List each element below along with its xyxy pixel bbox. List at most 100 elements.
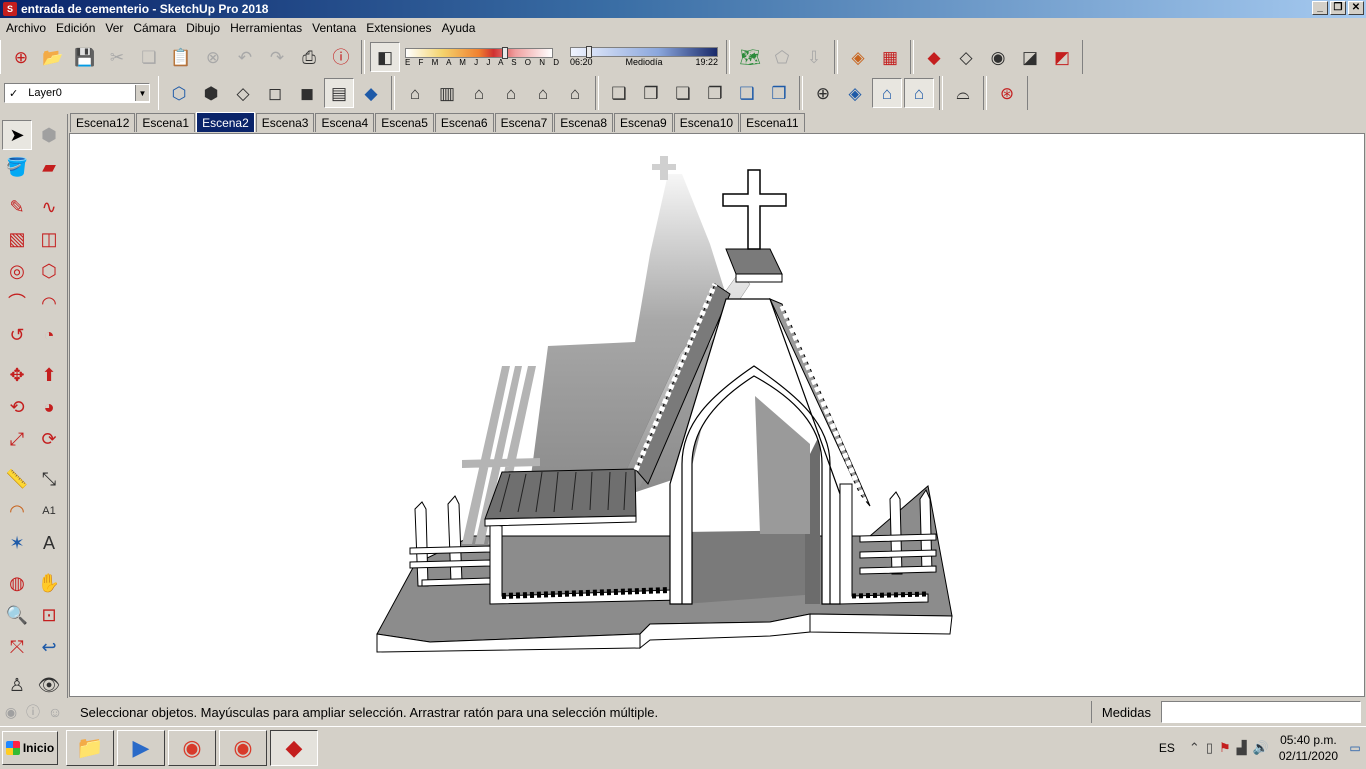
sketchup-task-icon[interactable]: ◆ (270, 729, 318, 766)
right-view-icon[interactable]: ⌂ (496, 78, 526, 108)
iso-view-icon[interactable]: ⌂ (400, 78, 430, 108)
redo-icon[interactable]: ↷ (262, 42, 292, 72)
display-section-cuts-icon[interactable]: ⌂ (872, 78, 902, 108)
new-file-icon[interactable]: ⊕ (6, 42, 36, 72)
top-view-icon[interactable]: ▥ (432, 78, 462, 108)
scene-tab-escena3[interactable]: Escena3 (255, 113, 315, 132)
3d-text-icon[interactable]: A (34, 528, 64, 558)
chrome-profile-icon[interactable]: ◉ (219, 729, 267, 766)
geo-location-icon[interactable]: ⊛ (992, 78, 1022, 108)
start-button[interactable]: Inicio (2, 730, 58, 765)
circle-icon[interactable]: ◎ (2, 256, 32, 286)
polygon-icon[interactable]: ⬡ (34, 256, 64, 286)
scene-tab-escena6[interactable]: Escena6 (434, 113, 494, 132)
monochrome-icon[interactable]: ◆ (356, 78, 386, 108)
orbit-icon[interactable]: ◍ (2, 568, 32, 598)
menu-ventana[interactable]: Ventana (308, 21, 360, 35)
axes-icon[interactable]: ✶ (2, 528, 32, 558)
display-section-planes-icon[interactable]: ◈ (840, 78, 870, 108)
offset-icon[interactable]: ⟳ (34, 424, 64, 454)
eraser-icon[interactable]: ▰ (34, 152, 64, 182)
menu-ver[interactable]: Ver (101, 21, 127, 35)
network-signal-icon[interactable]: ▟ (1237, 740, 1247, 756)
sandbox-from-scratch-icon[interactable]: ▦ (875, 42, 905, 72)
left-view-icon[interactable]: ⌂ (560, 78, 590, 108)
measures-input[interactable] (1161, 701, 1361, 723)
freehand-icon[interactable]: ∿ (34, 192, 64, 222)
erase-icon[interactable]: ⊗ (198, 42, 228, 72)
smoove-icon[interactable]: ◆ (919, 42, 949, 72)
select-arrow-icon[interactable]: ➤ (2, 120, 32, 150)
outer-shell-icon[interactable]: ❑ (604, 78, 634, 108)
paste-icon[interactable]: 📋 (166, 42, 196, 72)
subtract-icon[interactable]: ❐ (700, 78, 730, 108)
close-button[interactable]: ✕ (1348, 1, 1364, 15)
show-hidden-icons-icon[interactable]: ⌃ (1189, 740, 1200, 756)
restore-button[interactable]: ❐ (1330, 1, 1346, 15)
intersect-icon[interactable]: ❒ (636, 78, 666, 108)
month-slider-knob[interactable] (502, 46, 509, 59)
minimize-button[interactable]: _ (1312, 1, 1328, 15)
battery-icon[interactable]: ▯ (1206, 740, 1213, 756)
two-point-arc-icon[interactable]: ◠ (34, 288, 64, 318)
time-slider[interactable] (570, 46, 719, 58)
move-icon[interactable]: ✥ (2, 360, 32, 390)
clock[interactable]: 05:40 p.m. 02/11/2020 (1279, 732, 1338, 764)
scene-tab-escena4[interactable]: Escena4 (315, 113, 375, 132)
cut-icon[interactable]: ✂ (102, 42, 132, 72)
scale-icon[interactable]: ⤢ (2, 424, 32, 454)
model-viewport[interactable] (69, 133, 1365, 697)
add-detail-icon[interactable]: ◪ (1015, 42, 1045, 72)
save-icon[interactable]: 💾 (70, 42, 100, 72)
union-icon[interactable]: ❏ (668, 78, 698, 108)
zoom-window-icon[interactable]: ⊡ (34, 600, 64, 630)
file-explorer-icon[interactable]: 📁 (66, 729, 114, 766)
scene-tab-escena10[interactable]: Escena10 (673, 113, 740, 132)
menu-camara[interactable]: Cámara (129, 21, 180, 35)
arc-icon[interactable]: ⌒ (2, 288, 32, 318)
undo-icon[interactable]: ↶ (230, 42, 260, 72)
scene-tab-escena9[interactable]: Escena9 (614, 113, 673, 132)
scene-tab-escena7[interactable]: Escena7 (494, 113, 554, 132)
action-center-flag-icon[interactable]: ⚑ (1219, 740, 1231, 756)
info-status-icon[interactable]: ⓘ (22, 701, 44, 723)
menu-archivo[interactable]: Archivo (2, 21, 50, 35)
follow-me-curve-icon[interactable]: ⌓ (948, 78, 978, 108)
scene-tab-escena8[interactable]: Escena8 (554, 113, 613, 132)
flip-edge-icon[interactable]: ◩ (1047, 42, 1077, 72)
photo-texture-icon[interactable]: ⇩ (799, 42, 829, 72)
pan-hand-icon[interactable]: ✋ (34, 568, 64, 598)
scene-tab-escena12[interactable]: Escena12 (70, 113, 136, 132)
add-location-icon[interactable]: 🗺 (735, 42, 765, 72)
paint-bucket-icon[interactable]: 🪣 (2, 152, 32, 182)
geo-status-icon[interactable]: ◉ (0, 701, 22, 723)
print-icon[interactable]: ⎙ (294, 42, 324, 72)
scene-tab-escena2[interactable]: Escena2 (196, 112, 255, 132)
chrome-icon[interactable]: ◉ (168, 729, 216, 766)
model-info-icon[interactable]: ⓘ (326, 42, 356, 72)
copy-icon[interactable]: ❏ (134, 42, 164, 72)
menu-edicion[interactable]: Edición (52, 21, 99, 35)
menu-extensiones[interactable]: Extensiones (362, 21, 435, 35)
scene-tab-escena11[interactable]: Escena11 (740, 113, 805, 132)
split-icon[interactable]: ❒ (764, 78, 794, 108)
drape-icon[interactable]: ◉ (983, 42, 1013, 72)
dimension-icon[interactable]: ⤡ (34, 464, 64, 494)
trim-icon[interactable]: ❑ (732, 78, 762, 108)
follow-me-icon[interactable]: ◕ (34, 392, 64, 422)
shaded-textures-icon[interactable]: ▤ (324, 78, 354, 108)
three-point-arc-icon[interactable]: ↺ (2, 320, 32, 350)
xray-icon[interactable]: ⬡ (164, 78, 194, 108)
wireframe-icon[interactable]: ◇ (228, 78, 258, 108)
previous-view-icon[interactable]: ↩ (34, 632, 64, 662)
front-view-icon[interactable]: ⌂ (464, 78, 494, 108)
menu-herramientas[interactable]: Herramientas (226, 21, 306, 35)
position-camera-icon[interactable]: ♙ (2, 670, 32, 700)
time-slider-knob[interactable] (585, 46, 592, 58)
back-view-icon[interactable]: ⌂ (528, 78, 558, 108)
rotated-rectangle-icon[interactable]: ◫ (34, 224, 64, 254)
back-edges-icon[interactable]: ⬢ (196, 78, 226, 108)
menu-dibujo[interactable]: Dibujo (182, 21, 224, 35)
shaded-icon[interactable]: ◼ (292, 78, 322, 108)
sketchup-app-icon[interactable]: S (3, 2, 17, 16)
